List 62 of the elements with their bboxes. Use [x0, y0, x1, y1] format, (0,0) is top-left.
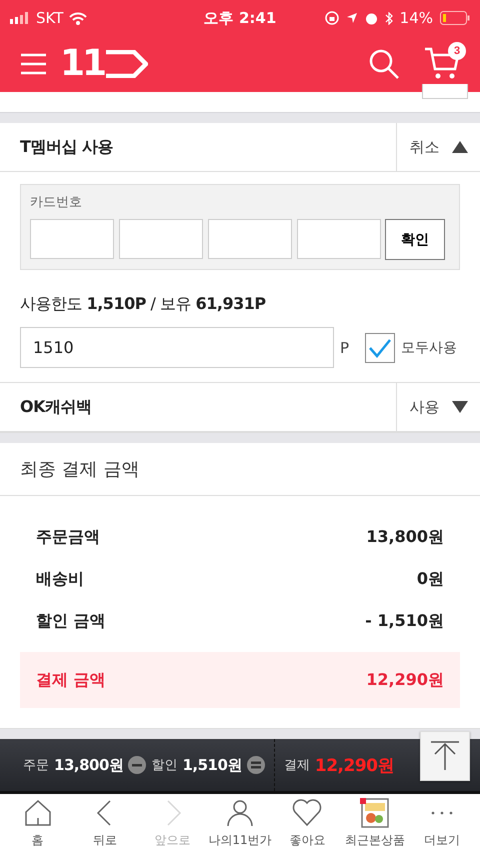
equals-icon	[246, 756, 265, 774]
person-icon	[224, 798, 255, 828]
location-icon	[346, 12, 358, 24]
partial-button[interactable]	[422, 84, 468, 99]
nav-item[interactable]: 좋아요	[274, 794, 340, 853]
card-number-field[interactable]	[297, 219, 381, 259]
summary-label: 할인	[151, 757, 178, 774]
search-icon	[368, 48, 400, 80]
up-arrow-icon	[429, 740, 461, 772]
section-title: 최종 결제 금액	[0, 443, 480, 496]
nav-item[interactable]: 나의11번가	[206, 794, 273, 853]
up-triangle-icon	[452, 141, 468, 153]
amount-label: 주문금액	[36, 526, 100, 548]
card-number-field[interactable]	[208, 219, 292, 259]
battery-icon	[440, 11, 470, 25]
minus-icon	[128, 756, 146, 774]
search-button[interactable]	[368, 48, 400, 80]
scroll-top-button[interactable]	[420, 731, 470, 781]
wifi-icon	[69, 12, 88, 24]
rotation-lock-icon	[324, 11, 339, 25]
logo-text[interactable]: 11	[60, 46, 104, 82]
summary-value: 13,800원	[54, 756, 124, 774]
field-label: 카드번호	[30, 194, 83, 211]
amount-label: 배송비	[36, 568, 84, 590]
card-number-field[interactable]	[119, 219, 203, 259]
product-thumbnail-icon	[360, 798, 390, 828]
amount-value: 12,290원	[366, 670, 444, 690]
points-unit: P	[340, 338, 350, 356]
menu-button[interactable]	[20, 52, 48, 76]
nav-item[interactable]: 최근본상품	[342, 794, 408, 853]
summary-label: 주문	[23, 757, 50, 774]
bluetooth-icon	[384, 12, 393, 24]
down-triangle-icon	[452, 401, 468, 413]
carrier-name: SKT	[36, 9, 64, 27]
battery-percent: 14%	[400, 9, 434, 27]
clock-time: 오후 2:41	[204, 8, 276, 28]
more-icon	[431, 811, 454, 815]
checkbox-label: 모두사용	[401, 338, 457, 356]
nav-item[interactable]: 홈	[4, 794, 71, 853]
check-icon	[368, 338, 392, 358]
section-title: T멤버십 사용	[19, 136, 114, 158]
amount-value: 0원	[416, 568, 444, 590]
confirm-button[interactable]: 확인	[385, 219, 445, 260]
nav-item[interactable]: 뒤로	[72, 794, 138, 853]
nav-item[interactable]: 더보기	[409, 794, 476, 853]
menu-icon	[20, 52, 48, 76]
summary-value: 12,290원	[314, 754, 394, 776]
summary-value: 1,510원	[182, 756, 242, 774]
amount-label: 할인 금액	[36, 610, 106, 632]
amount-label: 결제 금액	[36, 670, 106, 690]
home-icon	[22, 798, 53, 828]
points-input[interactable]: 1510	[20, 327, 334, 368]
cart-count-badge: 3	[448, 42, 466, 60]
use-all-checkbox[interactable]	[365, 332, 395, 362]
signal-icon	[10, 12, 30, 24]
amount-value: 13,800원	[366, 526, 444, 548]
card-number-field[interactable]	[30, 219, 114, 259]
points-info: 사용한도 1,510P / 보유 61,931P	[20, 294, 267, 315]
amount-value: - 1,510원	[365, 610, 444, 632]
summary-label: 결제	[284, 757, 310, 774]
heart-icon	[292, 798, 322, 828]
section-title: OK캐쉬백	[19, 396, 92, 418]
